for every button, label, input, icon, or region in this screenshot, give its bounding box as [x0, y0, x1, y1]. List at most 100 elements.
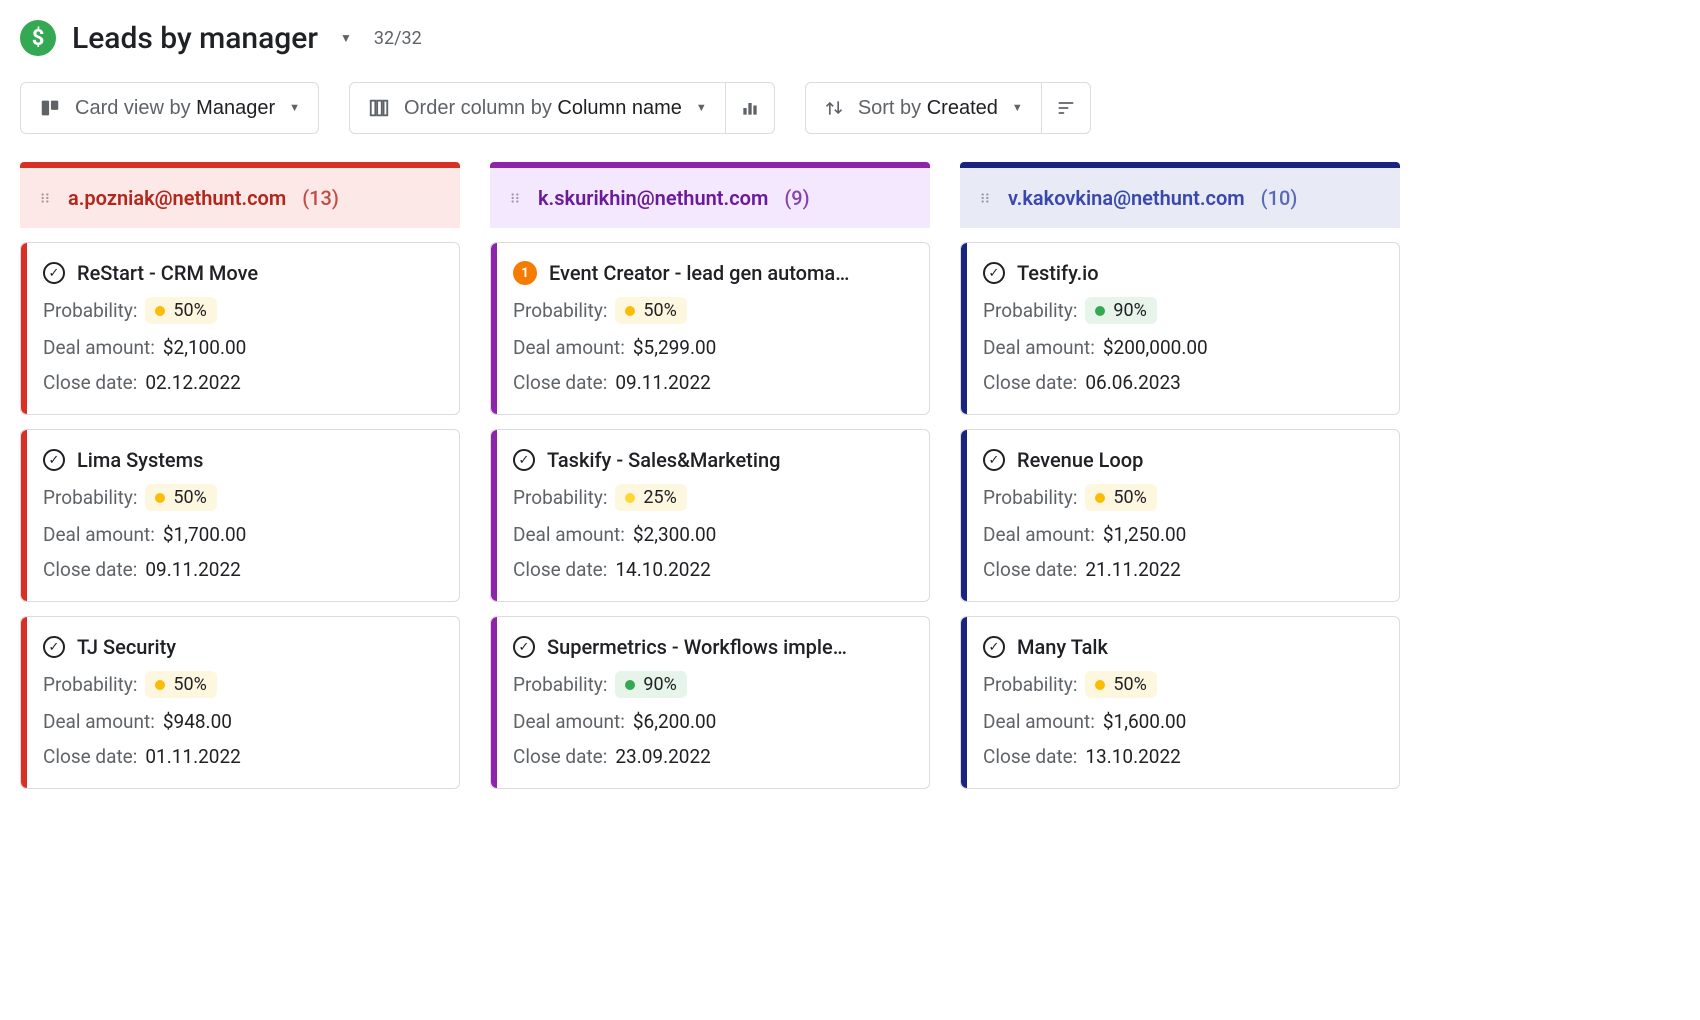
deal-amount-field: Deal amount: $2,300.00 — [513, 523, 909, 546]
chevron-down-icon: ▼ — [696, 102, 707, 114]
column-title: v.kakovkina@nethunt.com — [1008, 186, 1245, 210]
check-circle-icon: ✓ — [983, 262, 1005, 284]
card-title: TJ Security — [77, 635, 176, 659]
column-count: (9) — [784, 186, 809, 210]
probability-pill: 25% — [615, 484, 686, 511]
probability-dot-icon — [1095, 680, 1105, 690]
sort-direction-button[interactable] — [1042, 82, 1091, 134]
close-date-field: Close date: 21.11.2022 — [983, 558, 1379, 581]
probability-field: Probability: 90% — [983, 297, 1379, 324]
card-title: ReStart - CRM Move — [77, 261, 258, 285]
column-header[interactable]: v.kakovkina@nethunt.com (10) — [960, 162, 1400, 228]
deal-amount-field: Deal amount: $2,100.00 — [43, 336, 439, 359]
chart-toggle-button[interactable] — [726, 82, 775, 134]
drag-handle-icon[interactable] — [38, 191, 52, 205]
column-title: k.skurikhin@nethunt.com — [538, 186, 768, 210]
close-date-field: Close date: 14.10.2022 — [513, 558, 909, 581]
probability-field: Probability: 50% — [43, 484, 439, 511]
probability-field: Probability: 50% — [983, 484, 1379, 511]
check-circle-icon: ✓ — [513, 636, 535, 658]
probability-dot-icon — [625, 493, 635, 503]
board-icon — [39, 97, 61, 119]
deal-amount-field: Deal amount: $200,000.00 — [983, 336, 1379, 359]
lead-card[interactable]: ✓ Testify.io Probability: 90% Deal amount: … — [960, 242, 1400, 415]
lead-card[interactable]: ✓ TJ Security Probability: 50% Deal amount:… — [20, 616, 460, 789]
card-title: Event Creator - lead gen automa… — [549, 261, 849, 285]
close-date-field: Close date: 13.10.2022 — [983, 745, 1379, 768]
probability-pill: 50% — [1085, 671, 1156, 698]
close-date-field: Close date: 09.11.2022 — [513, 371, 909, 394]
probability-pill: 50% — [145, 671, 216, 698]
deal-amount-field: Deal amount: $1,700.00 — [43, 523, 439, 546]
probability-dot-icon — [155, 493, 165, 503]
chevron-down-icon: ▼ — [289, 102, 300, 114]
card-title: Testify.io — [1017, 261, 1099, 285]
probability-field: Probability: 90% — [513, 671, 909, 698]
probability-field: Probability: 50% — [43, 297, 439, 324]
probability-dot-icon — [155, 680, 165, 690]
page-title: Leads by manager — [72, 21, 318, 56]
probability-pill: 50% — [615, 297, 686, 324]
check-circle-icon: ✓ — [43, 262, 65, 284]
close-date-field: Close date: 01.11.2022 — [43, 745, 439, 768]
check-circle-icon: ✓ — [43, 636, 65, 658]
order-column-selector[interactable]: Order column by Column name ▼ — [349, 82, 726, 134]
lead-card[interactable]: ✓ ReStart - CRM Move Probability: 50% Deal … — [20, 242, 460, 415]
check-circle-icon: ✓ — [983, 449, 1005, 471]
probability-field: Probability: 50% — [43, 671, 439, 698]
lead-card[interactable]: ✓Taskify - Sales&MarketingProbability: 2… — [490, 429, 930, 602]
column-body: ✓ ReStart - CRM Move Probability: 50% Deal … — [20, 228, 460, 789]
probability-dot-icon — [625, 680, 635, 690]
kanban-column: k.skurikhin@nethunt.com (9) 1 Event Creator… — [490, 162, 930, 789]
probability-dot-icon — [1095, 306, 1105, 316]
probability-field: Probability: 50% — [983, 671, 1379, 698]
chevron-down-icon: ▼ — [1012, 102, 1023, 114]
toolbar: Card view by Manager ▼ Order column by C… — [20, 82, 1680, 134]
probability-dot-icon — [1095, 493, 1105, 503]
drag-handle-icon[interactable] — [978, 191, 992, 205]
task-count-badge: 1 — [513, 261, 537, 285]
check-circle-icon: ✓ — [43, 449, 65, 471]
probability-pill: 90% — [615, 671, 686, 698]
lead-card[interactable]: ✓Lima SystemsProbability: 50%Deal amount… — [20, 429, 460, 602]
check-circle-icon: ✓ — [983, 636, 1005, 658]
probability-pill: 50% — [1085, 484, 1156, 511]
card-title: Many Talk — [1017, 635, 1108, 659]
probability-pill: 90% — [1085, 297, 1156, 324]
probability-field: Probability: 25% — [513, 484, 909, 511]
column-title: a.pozniak@nethunt.com — [68, 186, 286, 210]
check-circle-icon: ✓ — [513, 449, 535, 471]
column-header[interactable]: k.skurikhin@nethunt.com (9) — [490, 162, 930, 228]
card-title: Revenue Loop — [1017, 448, 1143, 472]
deal-amount-field: Deal amount: $948.00 — [43, 710, 439, 733]
card-view-selector[interactable]: Card view by Manager ▼ — [20, 82, 319, 134]
column-count: (10) — [1261, 186, 1298, 210]
sort-desc-icon — [1056, 98, 1076, 118]
probability-dot-icon — [155, 306, 165, 316]
close-date-field: Close date: 02.12.2022 — [43, 371, 439, 394]
probability-dot-icon — [625, 306, 635, 316]
column-body: 1 Event Creator - lead gen automa… Probabi… — [490, 228, 930, 789]
kanban-board: a.pozniak@nethunt.com(13) ✓ ReStart - CRM … — [20, 162, 1680, 789]
deal-amount-field: Deal amount: $1,250.00 — [983, 523, 1379, 546]
kanban-column: a.pozniak@nethunt.com(13) ✓ ReStart - CRM … — [20, 162, 460, 789]
page-header: $ Leads by manager ▼ 32/32 — [20, 20, 1680, 56]
column-body: ✓ Testify.io Probability: 90% Deal amount: … — [960, 228, 1400, 789]
view-switch-caret[interactable]: ▼ — [334, 25, 358, 51]
lead-card[interactable]: 1 Event Creator - lead gen automa… Probabi… — [490, 242, 930, 415]
lead-card[interactable]: ✓Many TalkProbability: 50%Deal amount: $… — [960, 616, 1400, 789]
record-count: 32/32 — [374, 28, 422, 49]
drag-handle-icon[interactable] — [508, 191, 522, 205]
kanban-column: v.kakovkina@nethunt.com (10) ✓ Testify.io Pr… — [960, 162, 1400, 789]
probability-pill: 50% — [145, 297, 216, 324]
lead-card[interactable]: ✓ Revenue Loop Probability: 50% Deal amount… — [960, 429, 1400, 602]
card-title: Supermetrics - Workflows imple… — [547, 635, 847, 659]
sort-by-selector[interactable]: Sort by Created ▼ — [805, 82, 1042, 134]
close-date-field: Close date: 09.11.2022 — [43, 558, 439, 581]
probability-field: Probability: 50% — [513, 297, 909, 324]
column-header[interactable]: a.pozniak@nethunt.com(13) — [20, 162, 460, 228]
lead-card[interactable]: ✓ Supermetrics - Workflows imple… Probabil… — [490, 616, 930, 789]
deal-amount-field: Deal amount: $6,200.00 — [513, 710, 909, 733]
columns-icon — [368, 97, 390, 119]
close-date-field: Close date: 23.09.2022 — [513, 745, 909, 768]
